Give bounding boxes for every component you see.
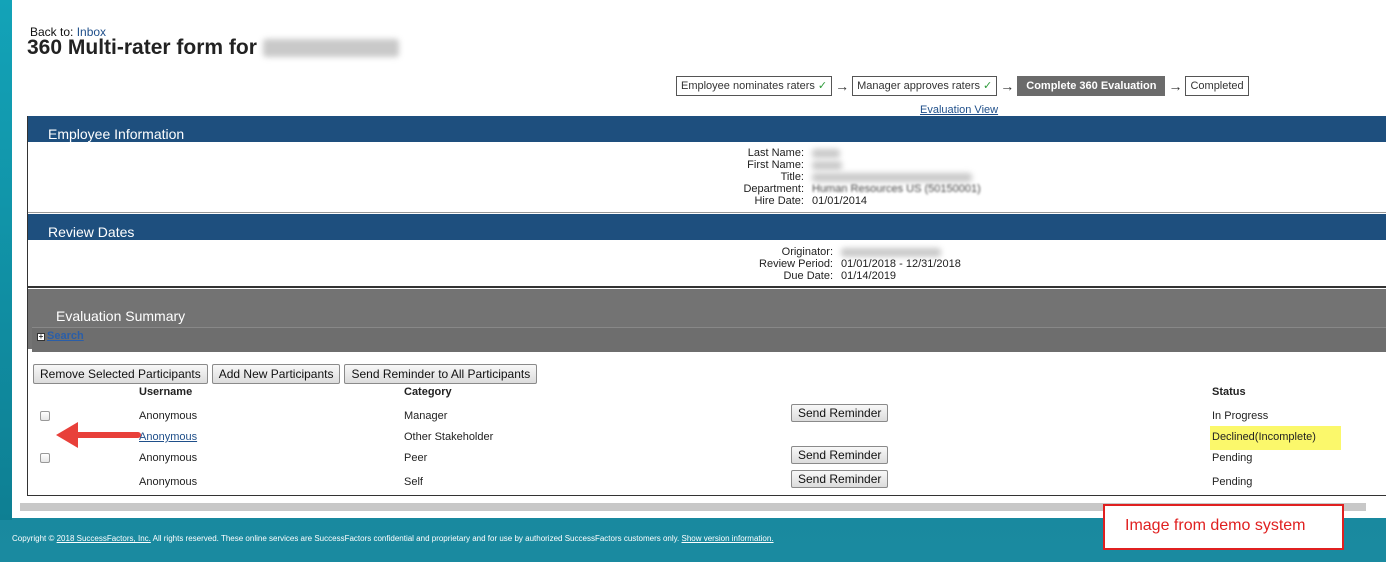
- username-cell: Anonymous: [139, 476, 198, 488]
- department-row: Department: Human Resources US (50150001): [684, 183, 981, 195]
- search-bar: + Search: [32, 327, 1386, 352]
- blurred-employee-name: [262, 39, 399, 58]
- field-label: Hire Date:: [754, 195, 804, 207]
- status-cell: Pending: [1212, 476, 1253, 488]
- field-label: First Name:: [747, 159, 804, 171]
- copyright-notice: All rights reserved. These online servic…: [152, 534, 680, 543]
- title-row: Title:: [684, 171, 972, 183]
- checkmark-icon: ✓: [983, 80, 993, 92]
- blurred-value: [812, 148, 840, 158]
- left-accent-bar: [0, 0, 12, 520]
- column-header-username: Username: [139, 386, 193, 398]
- arrow-right-icon: →: [835, 78, 850, 94]
- username-link[interactable]: Anonymous: [139, 431, 197, 443]
- evaluation-summary-header: Evaluation Summary + Search: [28, 289, 1386, 352]
- column-header-status: Status: [1212, 386, 1246, 398]
- hire-date-row: Hire Date: 01/01/2014: [684, 195, 867, 207]
- last-name-row: Last Name:: [684, 147, 840, 159]
- send-reminder-button[interactable]: Send Reminder: [791, 446, 889, 464]
- step-label: Employee nominates raters: [681, 80, 815, 92]
- table-row: Anonymous Manager Send Reminder In Progr…: [28, 404, 1386, 429]
- table-row: Anonymous Self Send Reminder Pending: [28, 470, 1386, 495]
- status-cell: In Progress: [1212, 410, 1269, 422]
- step-complete-evaluation[interactable]: Complete 360 Evaluation: [1017, 76, 1166, 96]
- add-new-participants-button[interactable]: Add New Participants: [211, 364, 341, 384]
- blurred-value: [812, 160, 842, 170]
- step-approve-raters[interactable]: Manager approves raters ✓: [852, 76, 998, 96]
- page-title-text: 360 Multi-rater form for: [27, 36, 257, 59]
- send-reminder-button[interactable]: Send Reminder: [791, 404, 889, 422]
- company-link[interactable]: 2018 SuccessFactors, Inc.: [57, 534, 151, 543]
- row-checkbox[interactable]: [40, 411, 50, 421]
- expand-plus-icon[interactable]: +: [37, 333, 45, 341]
- employee-info-header: Employee Information: [28, 116, 1386, 142]
- evaluation-view-link[interactable]: Evaluation View: [920, 104, 998, 116]
- form-frame: Employee Information Last Name: First Na…: [27, 116, 1386, 496]
- field-label: Due Date:: [783, 270, 833, 282]
- step-completed[interactable]: Completed: [1185, 76, 1249, 96]
- step-nominate-raters[interactable]: Employee nominates raters ✓: [676, 76, 833, 96]
- category-cell: Manager: [404, 410, 448, 422]
- hire-date-value: 01/01/2014: [812, 195, 868, 207]
- demo-system-annotation: Image from demo system: [1103, 504, 1344, 550]
- employee-info-body: Last Name: First Name: Title: Department…: [28, 142, 1386, 213]
- field-label: Title:: [780, 171, 804, 183]
- copyright-prefix: Copyright ©: [12, 534, 55, 543]
- due-date-value: 01/14/2019: [841, 270, 897, 282]
- demo-system-label: Image from demo system: [1125, 517, 1306, 534]
- participant-actions: Remove Selected Participants Add New Par…: [33, 364, 538, 384]
- checkmark-icon: ✓: [817, 80, 828, 92]
- page-title: 360 Multi-rater form for: [27, 36, 399, 60]
- red-arrow-icon: [56, 422, 141, 448]
- arrow-right-icon: →: [1000, 78, 1015, 94]
- username-cell: Anonymous: [139, 452, 198, 464]
- originator-row: Originator:: [713, 246, 941, 258]
- main-page: Back to: Inbox 360 Multi-rater form for …: [12, 0, 1386, 518]
- step-label: Manager approves raters: [857, 80, 981, 92]
- send-reminder-button[interactable]: Send Reminder: [791, 470, 889, 488]
- review-dates-header: Review Dates: [28, 214, 1386, 240]
- field-label: Originator:: [781, 246, 833, 258]
- review-period-row: Review Period: 01/01/2018 - 12/31/2018: [713, 258, 961, 270]
- evaluation-summary-title: Evaluation Summary: [56, 308, 186, 324]
- status-cell: Pending: [1212, 452, 1253, 464]
- category-cell: Other Stakeholder: [404, 431, 494, 443]
- search-toggle-link[interactable]: Search: [47, 330, 84, 342]
- column-header-category: Category: [404, 386, 452, 398]
- row-checkbox[interactable]: [40, 453, 50, 463]
- arrow-right-icon: →: [1168, 78, 1183, 94]
- username-cell: Anonymous: [139, 410, 198, 422]
- review-dates-body: Originator: Review Period: 01/01/2018 - 1…: [28, 240, 1386, 288]
- blurred-value: [812, 172, 972, 182]
- send-reminder-all-button[interactable]: Send Reminder to All Participants: [344, 364, 538, 384]
- status-cell: Declined(Incomplete): [1212, 431, 1316, 443]
- table-row: Anonymous Peer Send Reminder Pending: [28, 446, 1386, 471]
- field-label: Review Period:: [759, 258, 833, 270]
- field-label: Department:: [743, 183, 804, 195]
- table-row: Anonymous Other Stakeholder Declined(Inc…: [28, 428, 1386, 450]
- remove-selected-participants-button[interactable]: Remove Selected Participants: [33, 364, 208, 384]
- field-label: Last Name:: [747, 147, 804, 159]
- blurred-value: [841, 247, 941, 257]
- workflow-steps: Employee nominates raters ✓ → Manager app…: [676, 76, 1249, 96]
- first-name-row: First Name:: [684, 159, 842, 171]
- footer: Copyright © 2018 SuccessFactors, Inc. Al…: [12, 534, 774, 543]
- review-period-value: 01/01/2018 - 12/31/2018: [841, 258, 961, 270]
- show-version-link[interactable]: Show version information.: [682, 534, 774, 543]
- category-cell: Peer: [404, 452, 428, 464]
- department-value: Human Resources US (50150001): [812, 183, 981, 195]
- category-cell: Self: [404, 476, 423, 488]
- due-date-row: Due Date: 01/14/2019: [713, 270, 896, 282]
